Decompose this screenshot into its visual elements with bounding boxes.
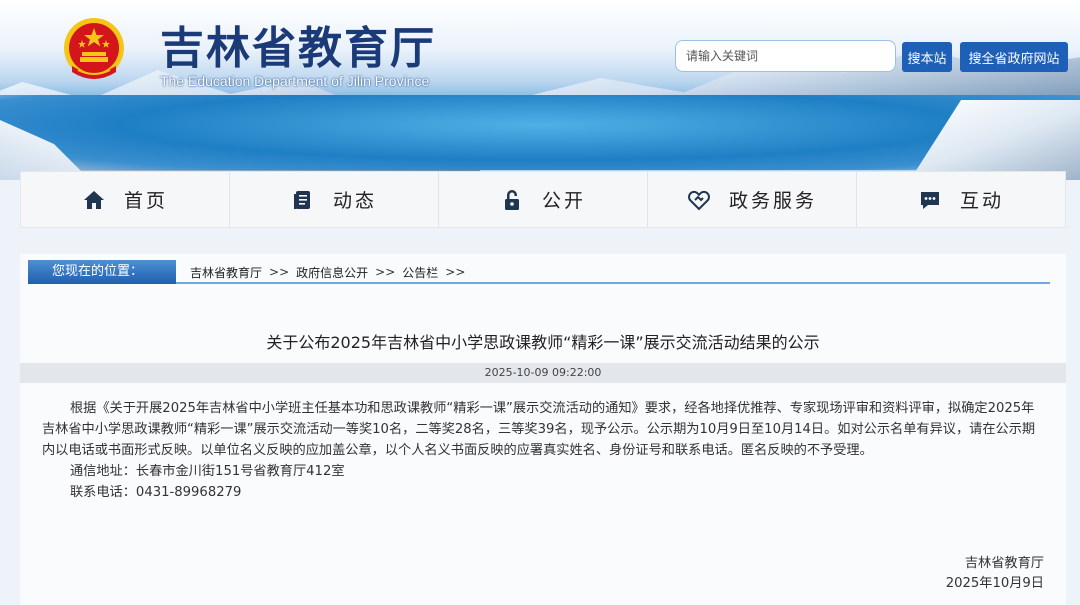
document-icon	[293, 190, 310, 209]
main-nav: 首页 动态 公开 政务服务 互动	[20, 171, 1066, 228]
breadcrumb-links: 吉林省教育厅 >> 政府信息公开 >> 公告栏 >>	[190, 260, 472, 284]
home-icon	[83, 190, 104, 209]
breadcrumb-link-bulletin[interactable]: 公告栏	[402, 264, 438, 281]
article-body: 根据《关于开展2025年吉林省中小学班主任基本功和思政课教师“精彩一课”展示交流…	[42, 398, 1046, 503]
nav-item-interaction[interactable]: 互动	[857, 172, 1065, 227]
nav-item-label: 动态	[332, 190, 377, 212]
nav-item-home[interactable]: 首页	[21, 172, 230, 227]
nav-item-label: 公开	[541, 190, 586, 212]
site-subtitle: The Education Department of Jilin Provin…	[160, 73, 430, 89]
search-site-button[interactable]: 搜本站	[902, 42, 952, 72]
nav-item-label: 首页	[123, 190, 168, 212]
heart-handshake-icon	[688, 190, 710, 210]
contact-address: 通信地址：长春市金川街151号省教育厅412室	[70, 464, 345, 479]
nav-item-disclosure[interactable]: 公开	[439, 172, 648, 227]
nav-item-gov-service[interactable]: 政务服务	[648, 172, 857, 227]
article-date: 2025-10-09 09:22:00	[20, 363, 1066, 383]
breadcrumb-link-disclosure[interactable]: 政府信息公开	[296, 264, 368, 281]
article-panel: 您现在的位置： 吉林省教育厅 >> 政府信息公开 >> 公告栏 >> 关于公布2…	[20, 254, 1066, 605]
search-input[interactable]	[675, 40, 896, 72]
article-paragraph: 根据《关于开展2025年吉林省中小学班主任基本功和思政课教师“精彩一课”展示交流…	[42, 401, 1036, 458]
article-title: 关于公布2025年吉林省中小学思政课教师“精彩一课”展示交流活动结果的公示	[266, 333, 820, 352]
breadcrumb: 您现在的位置： 吉林省教育厅 >> 政府信息公开 >> 公告栏 >>	[28, 260, 1050, 284]
search-province-gov-button[interactable]: 搜全省政府网站	[960, 42, 1068, 72]
banner-lake	[0, 95, 1080, 170]
nav-item-label: 互动	[959, 190, 1004, 212]
site-title: 吉林省教育厅	[160, 23, 436, 74]
lock-icon	[504, 189, 519, 210]
signer: 吉林省教育厅	[964, 556, 1044, 571]
national-emblem-icon	[64, 18, 124, 79]
breadcrumb-link-home[interactable]: 吉林省教育厅	[190, 264, 262, 281]
sign-date: 2025年10月9日	[945, 576, 1044, 591]
nav-item-news[interactable]: 动态	[230, 172, 439, 227]
breadcrumb-separator: >>	[269, 265, 290, 279]
breadcrumb-separator: >>	[445, 265, 466, 279]
nav-item-label: 政务服务	[728, 190, 817, 212]
article-signature: 吉林省教育厅 2025年10月9日	[946, 554, 1044, 594]
breadcrumb-label: 您现在的位置：	[28, 260, 176, 284]
contact-phone: 联系电话：0431-89968279	[70, 485, 242, 500]
chat-icon	[920, 191, 939, 209]
breadcrumb-separator: >>	[375, 265, 396, 279]
